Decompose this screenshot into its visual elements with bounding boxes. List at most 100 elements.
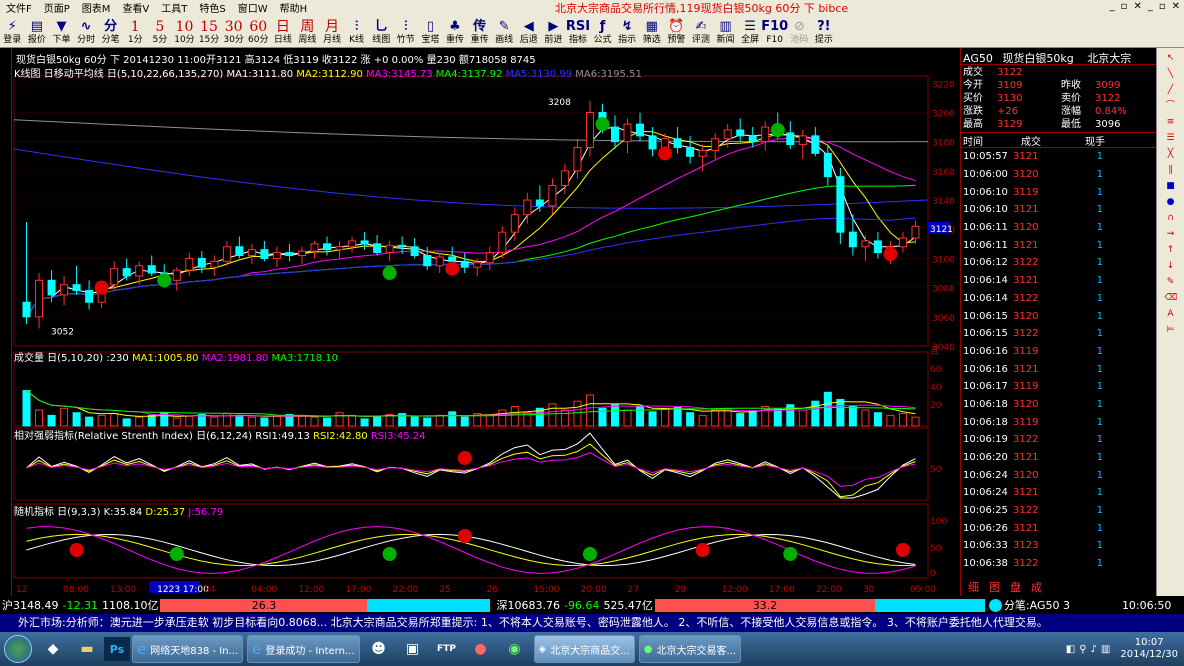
toolbar-button-26[interactable]: ▦ 筛选 <box>639 15 664 48</box>
down-arrow-icon[interactable]: ↓ <box>1165 260 1177 273</box>
toolbar-button-22[interactable]: ▶ 前进 <box>541 15 566 48</box>
toolbar-button-24[interactable]: ƒ 公式 <box>590 15 615 48</box>
toolbar-button-3[interactable]: ∿ 分时 <box>74 15 99 48</box>
volume-bar <box>548 403 557 427</box>
toolbar-button-18[interactable]: ♣ 重传 <box>443 15 468 48</box>
menu-special[interactable]: 特色S <box>193 0 231 15</box>
color-icon[interactable]: ● <box>464 634 498 664</box>
toolbar-button-33[interactable]: ?! 提示 <box>812 15 837 48</box>
candle-body <box>47 279 56 296</box>
tray-icon[interactable]: ◧ <box>1066 644 1075 655</box>
toolbar-button-23[interactable]: RSI 指标 <box>566 15 591 48</box>
toolbar-button-8[interactable]: 15 15分 <box>197 15 222 48</box>
clock[interactable]: 10:07 2014/12/30 <box>1120 637 1178 661</box>
toolbar-button-0[interactable]: ⚡ 登录 <box>0 15 25 48</box>
toolbar-button-7[interactable]: 10 10分 <box>172 15 197 48</box>
tick-list[interactable]: 10:05:57 3121 1 10:06:00 3120 1 10:06:10 3119 1 1… <box>961 148 1156 573</box>
menu-file[interactable]: 文件F <box>0 0 38 15</box>
menu-window[interactable]: 窗口W <box>232 0 274 15</box>
tray-icon[interactable]: ⚲ <box>1079 644 1086 655</box>
text-tool-icon[interactable]: A <box>1165 308 1177 321</box>
folder-icon[interactable]: ▬ <box>70 634 104 664</box>
close-icon[interactable]: ✕ <box>1133 1 1141 12</box>
task-bdex-1[interactable]: ◈ 北京大宗商品交... <box>533 635 635 663</box>
menu-chart[interactable]: 图表M <box>76 0 117 15</box>
status-time: 10:06:50 <box>1121 598 1172 612</box>
toolbar-button-4[interactable]: 分分笔 <box>98 15 123 48</box>
tab-book[interactable]: 盘 <box>1010 579 1021 595</box>
explorer-icon[interactable]: ◆ <box>36 634 70 664</box>
ellipse-tool-icon[interactable]: ● <box>1165 196 1177 209</box>
arrow-tool-icon[interactable]: ⇝ <box>1165 228 1177 241</box>
toolbar-button-17[interactable]: ▯ 宝塔 <box>418 15 443 48</box>
arc-tool-icon[interactable]: ⌒ <box>1165 100 1177 113</box>
tick-row: 10:06:00 3120 1 <box>961 166 1156 184</box>
start-button[interactable] <box>0 632 36 666</box>
fib-tool-icon[interactable]: ☰ <box>1165 132 1177 145</box>
ma4-label: MA4:3137.92 <box>435 69 503 80</box>
tab-chart[interactable]: 图 <box>989 579 1000 595</box>
toolbar-button-9[interactable]: 30 30分 <box>221 15 246 48</box>
toolbar-button-11[interactable]: 日日线 <box>271 15 296 48</box>
toolbar-button-31[interactable]: F10 F10 <box>761 15 788 48</box>
menu-tools[interactable]: 工具T <box>155 0 193 15</box>
cycle-tool-icon[interactable]: ∥ <box>1165 164 1177 177</box>
toolbar-button-29[interactable]: ▥ 新闻 <box>713 15 738 48</box>
up-arrow-icon[interactable]: ↑ <box>1165 244 1177 257</box>
toolbar-button-13[interactable]: 月月线 <box>320 15 345 48</box>
task-ie-1[interactable]: e 网络天地838 - In... <box>132 635 244 663</box>
tick-price: 3122 <box>1013 328 1039 340</box>
qq-icon[interactable]: ☻ <box>362 634 396 664</box>
restore-icon[interactable]: ▫ <box>1121 1 1128 12</box>
tab-trades[interactable]: 成 <box>1031 579 1042 595</box>
toolbar-button-19[interactable]: 传重传 <box>467 15 492 48</box>
minimize-icon[interactable]: _ <box>1110 1 1115 12</box>
toolbar-button-25[interactable]: ↯ 指示 <box>615 15 640 48</box>
tray-icon[interactable]: ▥ <box>1101 644 1110 655</box>
toolbar-button-6[interactable]: 5 5分 <box>148 15 173 48</box>
photoshop-icon[interactable]: Ps <box>104 637 130 661</box>
toolbar-button-27[interactable]: ⏰ 预警 <box>664 15 689 48</box>
menu-view[interactable]: 查看V <box>116 0 155 15</box>
cursor-icon[interactable]: ↖ <box>1165 52 1177 65</box>
task-ie-2[interactable]: e 登录成功 - Intern... <box>247 635 360 663</box>
task-bdex-2[interactable]: ● 北京大宗交易客... <box>638 635 742 663</box>
news-ticker[interactable]: 外汇市场:分析师：澳元进一步承压走软 初步目标看向0.8068... 北京大宗商… <box>0 614 1184 632</box>
eraser-icon[interactable]: ⌫ <box>1165 292 1178 305</box>
fib-fan-icon[interactable]: ⊨ <box>1165 324 1177 337</box>
toolbar-button-10[interactable]: 60 60分 <box>246 15 271 48</box>
toolbar-button-20[interactable]: ✎ 画线 <box>492 15 517 48</box>
rect-tool-icon[interactable]: ■ <box>1165 180 1177 193</box>
toolbar-button-21[interactable]: ◀ 后退 <box>516 15 541 48</box>
restore-icon[interactable]: ▫ <box>1159 1 1166 12</box>
pen-tool-icon[interactable]: ✎ <box>1165 276 1177 289</box>
menu-page[interactable]: 页面P <box>38 0 76 15</box>
tray-icon[interactable]: ♪ <box>1091 644 1097 655</box>
toolbar-button-5[interactable]: 1 1分 <box>123 15 148 48</box>
toolbar-button-14[interactable]: ⫶ K线 <box>344 15 369 48</box>
toolbar-button-1[interactable]: ▤ 报价 <box>25 15 50 48</box>
line-tool-icon[interactable]: ╲ <box>1165 68 1177 81</box>
toolbar-button-32[interactable]: ⊘ 池码 <box>787 15 812 48</box>
wave-tool-icon[interactable]: ∩ <box>1165 212 1177 225</box>
volume-bar <box>335 412 344 427</box>
minimize-icon[interactable]: _ <box>1148 1 1153 12</box>
toolbar-button-30[interactable]: ☰ 全屏 <box>738 15 763 48</box>
app-icon[interactable]: ▣ <box>396 634 430 664</box>
toolbar-button-12[interactable]: 周周线 <box>295 15 320 48</box>
toolbar-button-2[interactable]: ▼ 下单 <box>49 15 74 48</box>
toolbar-button-15[interactable]: ⺃线图 <box>369 15 394 48</box>
chart-area[interactable]: 3220320031803160314031203100308030603040… <box>12 48 960 596</box>
tab-detail[interactable]: 细 <box>968 579 979 595</box>
close-icon[interactable]: ✕ <box>1172 1 1180 12</box>
app-icon-2[interactable]: ◉ <box>498 634 532 664</box>
line-tool-icon[interactable]: ╱ <box>1165 84 1177 97</box>
ftp-icon[interactable]: FTP <box>430 634 464 664</box>
toolbar-button-16[interactable]: ⫶ 竹节 <box>394 15 419 48</box>
channel-tool-icon[interactable]: ≡ <box>1165 116 1177 129</box>
volume-bar <box>423 417 432 427</box>
gann-tool-icon[interactable]: ╳ <box>1165 148 1177 161</box>
menu-help[interactable]: 帮助H <box>274 0 314 15</box>
candle-body <box>348 240 357 248</box>
toolbar-button-28[interactable]: ✍ 评测 <box>689 15 714 48</box>
